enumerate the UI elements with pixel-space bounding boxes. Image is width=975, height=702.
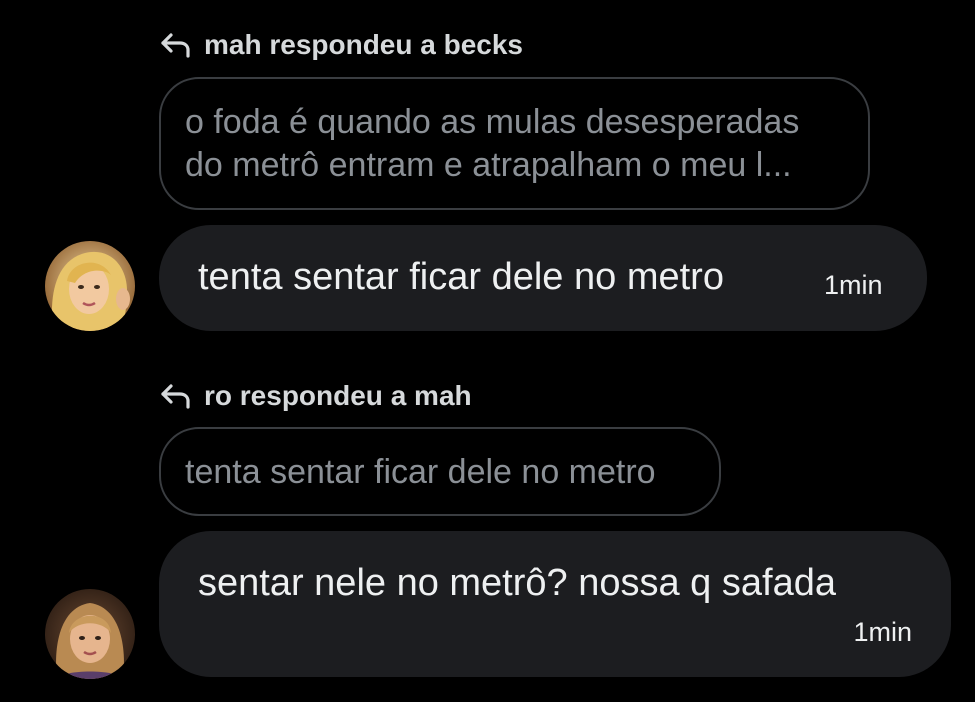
message-timestamp: 1min	[824, 270, 883, 300]
reply-arrow-icon	[160, 32, 192, 58]
avatar[interactable]	[45, 589, 135, 679]
reply-header-text: mah respondeu a becks	[204, 29, 524, 60]
quoted-message-line: o foda é quando as mulas desesperadas	[185, 103, 800, 141]
message-bubble[interactable]: tenta sentar ficar dele no metro 1min	[159, 225, 927, 331]
avatar[interactable]	[45, 241, 135, 331]
message-timestamp: 1min	[853, 617, 912, 647]
reply-header: mah respondeu a becks	[160, 29, 523, 61]
quoted-message-line: tenta sentar ficar dele no metro	[185, 453, 656, 491]
reply-header: ro respondeu a mah	[160, 380, 472, 412]
blonde-woman-avatar-icon	[45, 241, 135, 331]
reply-arrow-icon	[160, 383, 192, 409]
brunette-woman-avatar-icon	[45, 589, 135, 679]
message-text: sentar nele no metrô? nossa q safada	[198, 562, 836, 604]
quoted-message[interactable]: tenta sentar ficar dele no metro	[159, 427, 721, 516]
quoted-message-line: do metrô entram e atrapalham o meu l...	[185, 146, 792, 184]
message-bubble[interactable]: sentar nele no metrô? nossa q safada 1mi…	[159, 531, 951, 677]
quoted-message[interactable]: o foda é quando as mulas desesperadas do…	[159, 77, 870, 210]
reply-header-text: ro respondeu a mah	[204, 380, 472, 411]
message-text: tenta sentar ficar dele no metro	[198, 256, 724, 298]
